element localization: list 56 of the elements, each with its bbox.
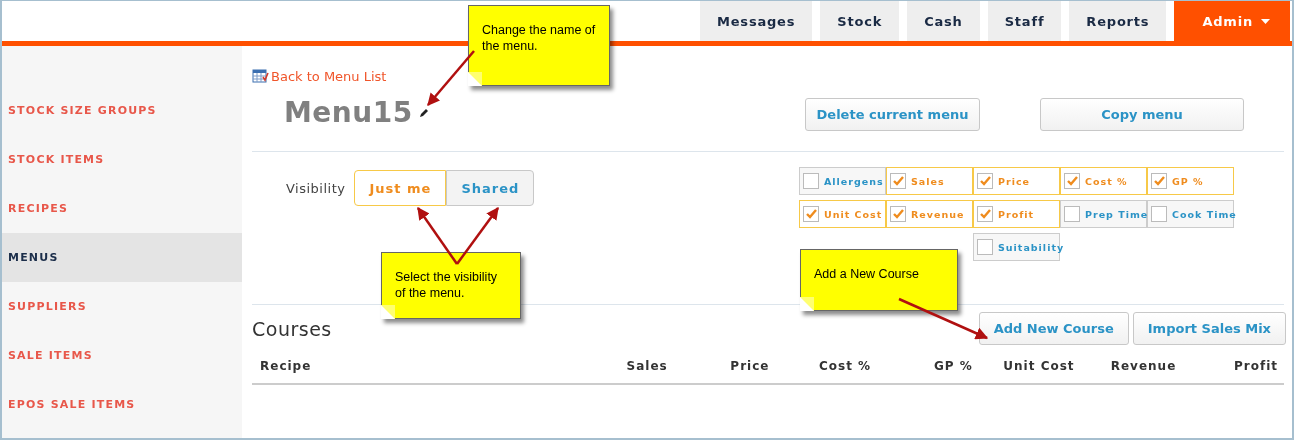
arrow [427,50,475,106]
course-button[interactable]: Import Sales Mix [1132,312,1286,345]
column-header[interactable]: Sales [572,359,674,373]
callout-note: Select the visibility of the menu. [381,252,521,319]
sidebar-item[interactable]: MENUS [2,233,242,282]
sidebar-item[interactable]: STOCK SIZE GROUPS [2,86,242,135]
visibility-label: Visibility [286,180,346,196]
column-header[interactable]: Recipe [252,359,572,373]
check-icon [892,209,904,219]
column-checkbox[interactable]: Unit Cost [799,200,886,228]
nav-tab[interactable]: Admin [1174,1,1290,41]
column-checkbox[interactable]: Revenue [886,200,973,228]
course-button[interactable]: Add New Course [978,312,1129,345]
column-checkbox[interactable]: Profit [973,200,1060,228]
column-header[interactable]: Profit [1182,359,1284,373]
nav-tab[interactable]: Reports [1069,1,1167,41]
column-header[interactable]: Revenue [1080,359,1183,373]
table-icon [252,68,269,84]
back-link[interactable]: Back to Menu List [252,68,429,84]
nav-tab[interactable]: Staff [987,1,1062,41]
check-icon [892,176,904,186]
column-checkbox[interactable]: Cost % [1060,167,1147,195]
sidebar-item[interactable]: RECIPES [2,184,242,233]
visibility-option[interactable]: Shared [446,170,535,206]
menu-title: Menu15 [284,96,413,129]
check-icon [1153,176,1165,186]
column-header[interactable]: Cost % [775,359,878,373]
nav-tab[interactable]: Messages [700,1,813,41]
arrow [456,207,499,265]
nav-tab[interactable]: Stock [820,1,900,41]
action-button[interactable]: Delete current menu [805,98,980,131]
nav-tab[interactable]: Cash [907,1,980,41]
column-header[interactable]: Unit Cost [978,359,1081,373]
column-checkbox[interactable]: Prep Time [1060,200,1147,228]
column-checkbox[interactable]: Allergens [799,167,886,195]
column-checkbox[interactable]: Cook Time [1147,200,1234,228]
visibility-option[interactable]: Just me [354,170,447,206]
sidebar-item[interactable]: SUPPLIERS [2,282,242,331]
callout-note: Change the name of the menu. [468,5,610,86]
sidebar-item[interactable]: SALE ITEMS [2,331,242,380]
column-checkbox[interactable]: Price [973,167,1060,195]
check-icon [1066,176,1078,186]
column-checkbox[interactable]: GP % [1147,167,1234,195]
column-header[interactable]: GP % [877,359,979,373]
check-icon [979,176,991,186]
action-button[interactable]: Copy menu [1040,98,1244,131]
check-icon [979,209,991,219]
arrow [416,206,459,265]
section-title: Courses [252,317,332,340]
pencil-icon [418,107,429,118]
column-checkbox[interactable]: Sales [886,167,973,195]
column-header[interactable]: Price [673,359,776,373]
check-icon [805,209,817,219]
sidebar-item[interactable]: STOCK ITEMS [2,135,242,184]
callout-note: Add a New Course [800,249,958,311]
sidebar-item[interactable]: EPOS SALE ITEMS [2,380,242,429]
